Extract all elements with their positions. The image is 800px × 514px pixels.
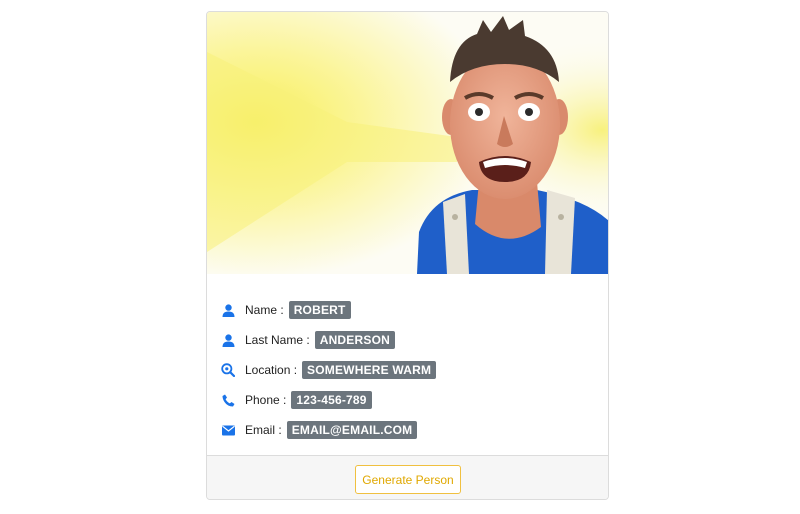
search-location-icon (220, 362, 236, 378)
phone-icon (220, 392, 236, 408)
last-name-value: ANDERSON (314, 331, 395, 349)
name-row: Name : ROBERT (220, 299, 351, 321)
user-icon (220, 332, 236, 348)
person-card: Name : ROBERT Last Name : ANDERSON Locat… (206, 11, 609, 500)
person-photo (207, 12, 608, 274)
phone-value: 123-456-789 (291, 391, 372, 409)
envelope-icon (220, 422, 236, 438)
person-details: Name : ROBERT Last Name : ANDERSON Locat… (207, 274, 608, 455)
location-label: Location : (245, 363, 298, 377)
card-footer: Generate Person (207, 455, 608, 499)
name-label: Name : (245, 303, 284, 317)
last-name-row: Last Name : ANDERSON (220, 329, 395, 351)
phone-row: Phone : 123-456-789 (220, 389, 372, 411)
generate-person-button[interactable]: Generate Person (355, 465, 461, 494)
location-value: SOMEWHERE WARM (302, 361, 437, 379)
last-name-label: Last Name : (245, 333, 310, 347)
phone-label: Phone : (245, 393, 287, 407)
email-label: Email : (245, 423, 282, 437)
email-row: Email : EMAIL@EMAIL.COM (220, 419, 418, 441)
location-row: Location : SOMEWHERE WARM (220, 359, 437, 381)
user-icon (220, 302, 236, 318)
name-value: ROBERT (288, 301, 351, 319)
email-value: EMAIL@EMAIL.COM (286, 421, 418, 439)
